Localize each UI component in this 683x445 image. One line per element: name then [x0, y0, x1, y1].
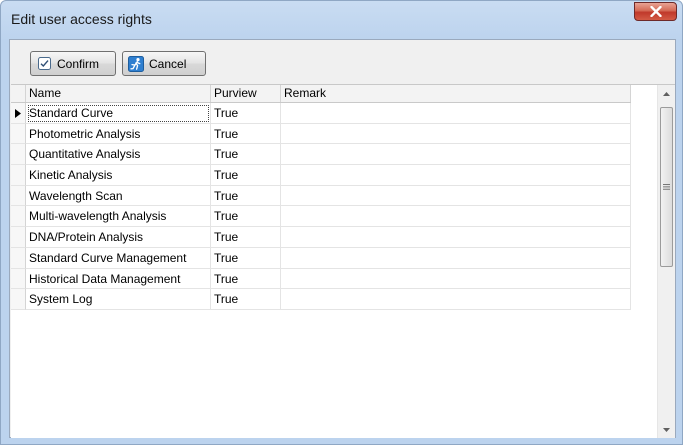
window-title: Edit user access rights: [11, 11, 152, 27]
dialog-body: Confirm Cancel Name Purview Remark Stand…: [9, 39, 676, 438]
scroll-up-button[interactable]: [658, 85, 675, 102]
cell-purview[interactable]: True: [211, 227, 281, 248]
confirm-label: Confirm: [57, 56, 100, 71]
row-selector[interactable]: [11, 268, 26, 290]
cell-remark[interactable]: [281, 185, 631, 207]
cell-remark[interactable]: [281, 289, 631, 310]
row-selector[interactable]: [11, 123, 26, 145]
close-button[interactable]: [634, 2, 677, 21]
scroll-up-arrow-icon: [663, 91, 670, 96]
cell-name[interactable]: Kinetic Analysis: [26, 165, 211, 186]
confirm-button[interactable]: Confirm: [30, 51, 116, 76]
table-row[interactable]: Multi-wavelength Analysis True: [11, 206, 631, 228]
running-person-icon: [128, 55, 144, 72]
column-header-remark[interactable]: Remark: [281, 85, 631, 102]
cancel-button[interactable]: Cancel: [122, 51, 206, 76]
cell-name[interactable]: Standard Curve: [26, 103, 211, 124]
dialog-window: Edit user access rights Confirm Cancel N…: [0, 0, 683, 445]
cell-purview[interactable]: True: [211, 144, 281, 166]
cell-name[interactable]: System Log: [26, 289, 211, 310]
vertical-scrollbar[interactable]: [657, 85, 675, 438]
cell-purview[interactable]: True: [211, 123, 281, 145]
row-selector[interactable]: [11, 185, 26, 207]
table-row[interactable]: System Log True: [11, 289, 631, 310]
cell-name[interactable]: Standard Curve Management: [26, 247, 211, 269]
cell-purview[interactable]: True: [211, 289, 281, 310]
row-selector[interactable]: [11, 247, 26, 269]
table-row[interactable]: Quantitative Analysis True: [11, 144, 631, 166]
access-rights-grid[interactable]: Name Purview Remark Standard Curve True …: [11, 84, 675, 438]
cell-name[interactable]: Photometric Analysis: [26, 123, 211, 145]
toolbar: Confirm Cancel: [10, 40, 675, 84]
cell-purview[interactable]: True: [211, 165, 281, 186]
row-selector[interactable]: [11, 206, 26, 228]
cell-remark[interactable]: [281, 247, 631, 269]
scroll-down-button[interactable]: [658, 421, 675, 438]
grid-rows: Standard Curve True Photometric Analysis…: [11, 103, 631, 310]
row-selector[interactable]: [11, 227, 26, 248]
grip-icon: [663, 184, 670, 190]
cell-name[interactable]: Historical Data Management: [26, 268, 211, 290]
cancel-label: Cancel: [149, 56, 187, 71]
cell-name[interactable]: DNA/Protein Analysis: [26, 227, 211, 248]
table-row[interactable]: Standard Curve Management True: [11, 247, 631, 269]
row-selector[interactable]: [11, 103, 26, 124]
table-row[interactable]: Kinetic Analysis True: [11, 165, 631, 186]
column-header-purview[interactable]: Purview: [211, 85, 281, 102]
column-header-name[interactable]: Name: [26, 85, 211, 102]
cell-purview[interactable]: True: [211, 103, 281, 124]
cell-purview[interactable]: True: [211, 206, 281, 228]
cell-name[interactable]: Multi-wavelength Analysis: [26, 206, 211, 228]
table-row[interactable]: DNA/Protein Analysis True: [11, 227, 631, 248]
cell-remark[interactable]: [281, 268, 631, 290]
grid-header: Name Purview Remark: [11, 85, 631, 103]
cell-purview[interactable]: True: [211, 268, 281, 290]
checkbox-check-icon: [36, 56, 52, 72]
scroll-thumb[interactable]: [660, 107, 673, 267]
title-bar[interactable]: Edit user access rights: [1, 1, 682, 39]
row-selector[interactable]: [11, 144, 26, 166]
cell-remark[interactable]: [281, 103, 631, 124]
cell-purview[interactable]: True: [211, 185, 281, 207]
cell-name[interactable]: Wavelength Scan: [26, 185, 211, 207]
cell-remark[interactable]: [281, 227, 631, 248]
cell-remark[interactable]: [281, 144, 631, 166]
header-corner: [11, 85, 26, 102]
cell-remark[interactable]: [281, 123, 631, 145]
cell-name[interactable]: Quantitative Analysis: [26, 144, 211, 166]
close-icon: [649, 6, 662, 17]
table-row[interactable]: Historical Data Management True: [11, 268, 631, 290]
scroll-down-arrow-icon: [663, 427, 670, 432]
row-pointer-icon: [15, 109, 21, 118]
table-row[interactable]: Wavelength Scan True: [11, 185, 631, 207]
cell-remark[interactable]: [281, 165, 631, 186]
row-selector[interactable]: [11, 165, 26, 186]
cell-purview[interactable]: True: [211, 247, 281, 269]
cell-remark[interactable]: [281, 206, 631, 228]
table-row[interactable]: Photometric Analysis True: [11, 123, 631, 145]
row-selector[interactable]: [11, 289, 26, 310]
table-row[interactable]: Standard Curve True: [11, 103, 631, 124]
